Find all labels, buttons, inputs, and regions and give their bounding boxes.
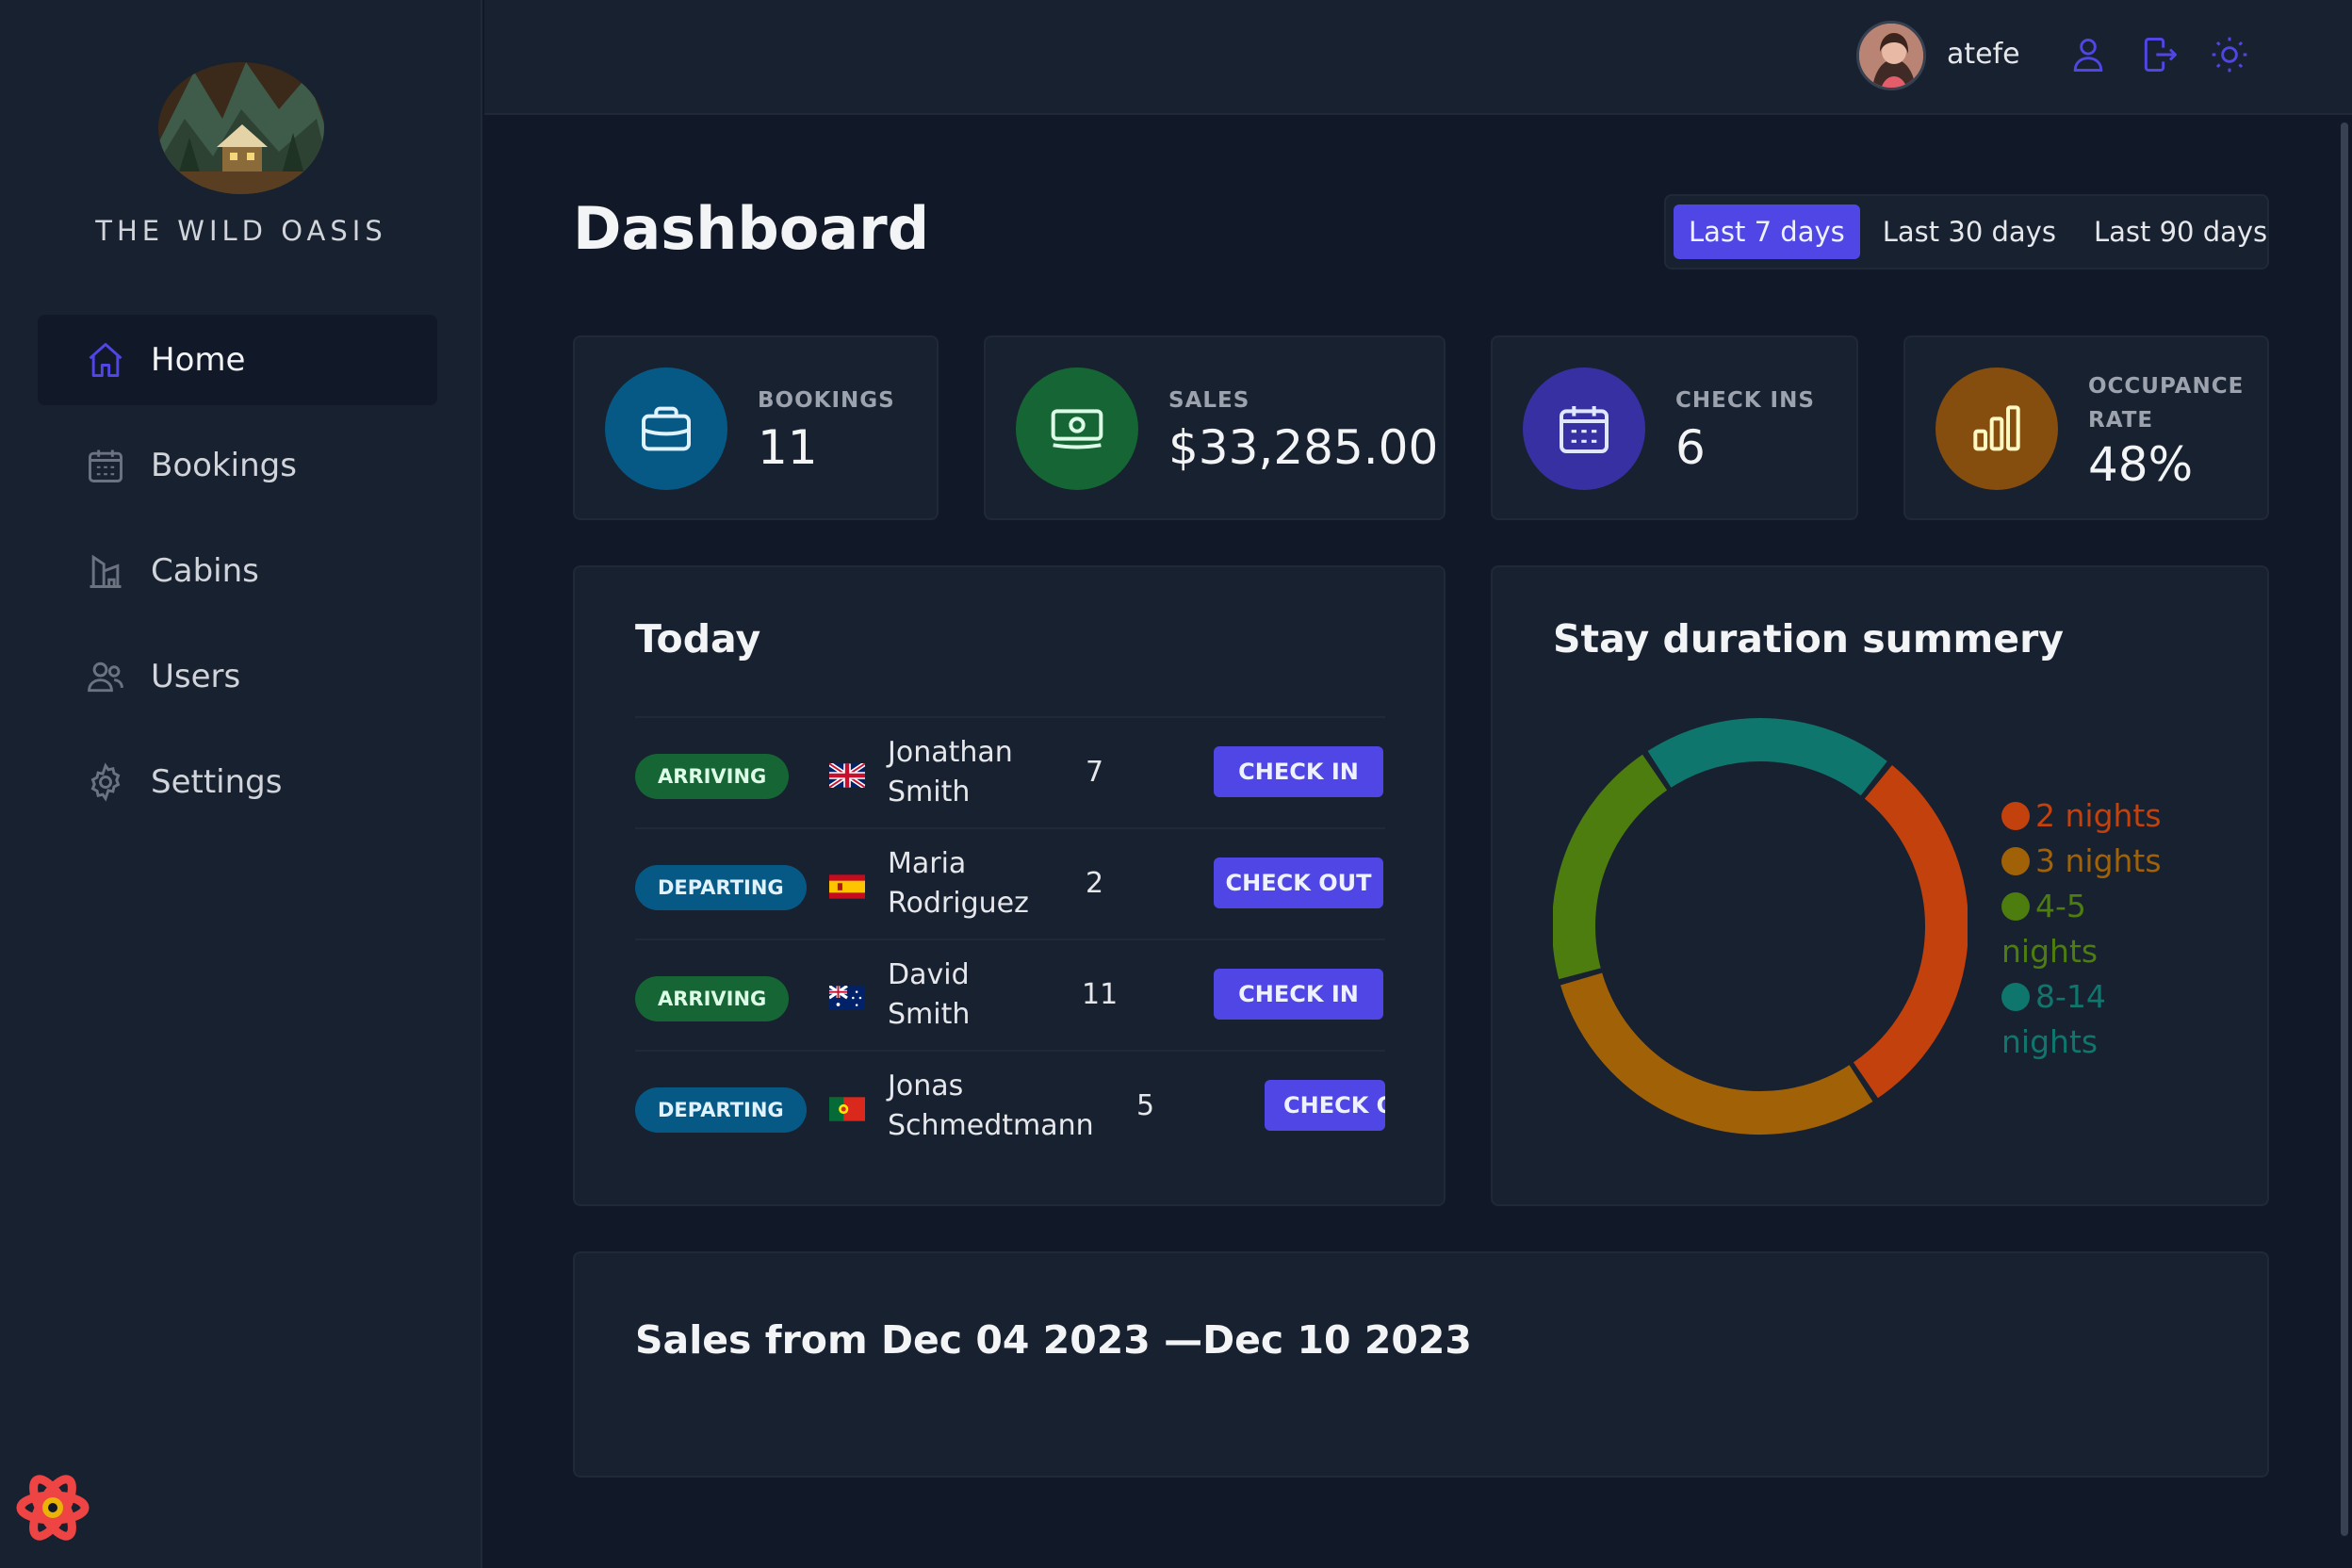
legend-dot	[2001, 983, 2030, 1011]
stat-sales: Sales $33,285.00	[984, 335, 1446, 520]
stat-value: 48%	[2088, 437, 2194, 492]
list-item: Departing Jonas Schmedtmann 5 Check o	[635, 1050, 1385, 1161]
status-badge: Arriving	[635, 976, 790, 1021]
chart-bar-icon	[1936, 368, 2058, 490]
status-badge: Departing	[635, 865, 807, 910]
sidebar-item-users[interactable]: Users	[38, 631, 437, 722]
main-nav: Home Bookings Cabins Users Settings	[38, 315, 437, 842]
legend-dot	[2001, 847, 2030, 875]
sidebar-item-label: Settings	[151, 763, 283, 801]
stay-duration-card: Stay duration summery 2 nights 3 nights …	[1491, 565, 2269, 1206]
sidebar: THE WILD OASIS Home Bookings Cabins User…	[0, 0, 482, 1568]
avatar[interactable]	[1856, 21, 1926, 90]
stat-value: $33,285.00	[1168, 420, 1439, 475]
stat-check-ins: Check ins 6	[1491, 335, 1858, 520]
gear-icon	[85, 761, 126, 803]
sun-icon[interactable]	[2209, 34, 2250, 75]
donut-slice-3-nights[interactable]	[1560, 972, 1873, 1135]
legend-item: 8-14 nights	[2001, 978, 2106, 1060]
date-filter: Last 7 days Last 30 days Last 90 days	[1664, 194, 2269, 270]
scrollbar[interactable]	[2341, 122, 2348, 1536]
status-badge: Departing	[635, 1087, 807, 1133]
logo: THE WILD OASIS	[0, 53, 482, 247]
stay-duration-donut-chart	[1553, 718, 1968, 1135]
flag-es-icon	[829, 874, 865, 899]
users-icon	[85, 656, 126, 697]
stat-label: Occupance rate	[2088, 374, 2245, 433]
brand-name: THE WILD OASIS	[95, 215, 387, 247]
stat-occupancy-rate: Occupance rate 48%	[1903, 335, 2269, 520]
legend-dot	[2001, 802, 2030, 830]
filter-last-7-days[interactable]: Last 7 days	[1674, 204, 1860, 259]
calendar-days-icon	[1523, 368, 1645, 490]
stat-label: Sales	[1168, 388, 1250, 413]
sidebar-item-settings[interactable]: Settings	[38, 737, 437, 827]
list-item: Departing Maria Rodriguez 2 Check out	[635, 827, 1385, 939]
nights-count: 11	[1082, 978, 1119, 1011]
sales-card: Sales from Dec 04 2023 —Dec 10 2023	[573, 1251, 2269, 1478]
today-title: Today	[635, 616, 761, 662]
sidebar-item-bookings[interactable]: Bookings	[38, 420, 437, 511]
stat-label: Bookings	[758, 388, 895, 413]
briefcase-icon	[605, 368, 727, 490]
top-header: atefe	[484, 0, 2352, 115]
legend-item: 2 nights	[2001, 793, 2180, 839]
legend-dot	[2001, 892, 2030, 921]
list-item: Arriving David Smith 11 Check in	[635, 939, 1385, 1050]
logout-icon[interactable]	[2139, 34, 2180, 75]
nights-count: 5	[1136, 1089, 1155, 1122]
stat-label: Check ins	[1675, 388, 1815, 413]
filter-last-90-days[interactable]: Last 90 days	[2079, 204, 2282, 259]
calendar-icon	[85, 445, 126, 486]
sidebar-item-cabins[interactable]: Cabins	[38, 526, 437, 616]
stat-value: 11	[758, 420, 818, 475]
status-badge: Arriving	[635, 754, 790, 799]
guest-name: David Smith	[888, 958, 971, 1031]
cabin-icon	[85, 550, 126, 592]
nights-count: 2	[1086, 867, 1104, 900]
filter-last-30-days[interactable]: Last 30 days	[1868, 204, 2071, 259]
sales-title: Sales from Dec 04 2023 —Dec 10 2023	[635, 1317, 1472, 1363]
check-out-button[interactable]: Check out	[1214, 858, 1383, 908]
sidebar-item-label: Home	[151, 341, 246, 379]
check-in-button[interactable]: Check in	[1214, 746, 1383, 797]
check-in-button[interactable]: Check in	[1214, 969, 1383, 1020]
logo-image	[158, 62, 324, 194]
stay-duration-title: Stay duration summery	[1553, 616, 2065, 662]
page-title: Dashboard	[573, 194, 930, 263]
flag-au-icon	[829, 986, 865, 1010]
sidebar-item-label: Cabins	[151, 552, 259, 590]
today-card: Today Arriving Jonathan Smith 7 Check in …	[573, 565, 1446, 1206]
check-out-button[interactable]: Check o	[1265, 1080, 1385, 1131]
stat-bookings: Bookings 11	[573, 335, 939, 520]
user-icon[interactable]	[2067, 34, 2109, 75]
guest-name: Jonas Schmedtmann	[888, 1070, 1094, 1142]
flag-gb-icon	[829, 763, 865, 788]
chart-legend: 2 nights 3 nights 4-5 nights 8-14 nights	[2001, 793, 2180, 1065]
sidebar-item-home[interactable]: Home	[38, 315, 437, 405]
nights-count: 7	[1086, 756, 1104, 789]
donut-slice-4-5-nights[interactable]	[1553, 754, 1668, 980]
banknotes-icon	[1016, 368, 1138, 490]
list-item: Arriving Jonathan Smith 7 Check in	[635, 716, 1385, 827]
guest-name: Jonathan Smith	[888, 736, 1013, 808]
username: atefe	[1947, 38, 2020, 71]
react-devtools-icon[interactable]	[15, 1470, 90, 1545]
donut-slice-2-nights[interactable]	[1853, 764, 1968, 1099]
guest-name: Maria Rodriguez	[888, 847, 1029, 920]
sidebar-item-label: Users	[151, 658, 241, 695]
donut-slice-8-14-nights[interactable]	[1647, 718, 1887, 796]
sidebar-item-label: Bookings	[151, 447, 297, 484]
legend-item: 4-5 nights	[2001, 888, 2099, 970]
legend-item: 3 nights	[2001, 839, 2180, 884]
stat-value: 6	[1675, 420, 1706, 475]
flag-pt-icon	[829, 1097, 865, 1121]
home-icon	[85, 339, 126, 381]
